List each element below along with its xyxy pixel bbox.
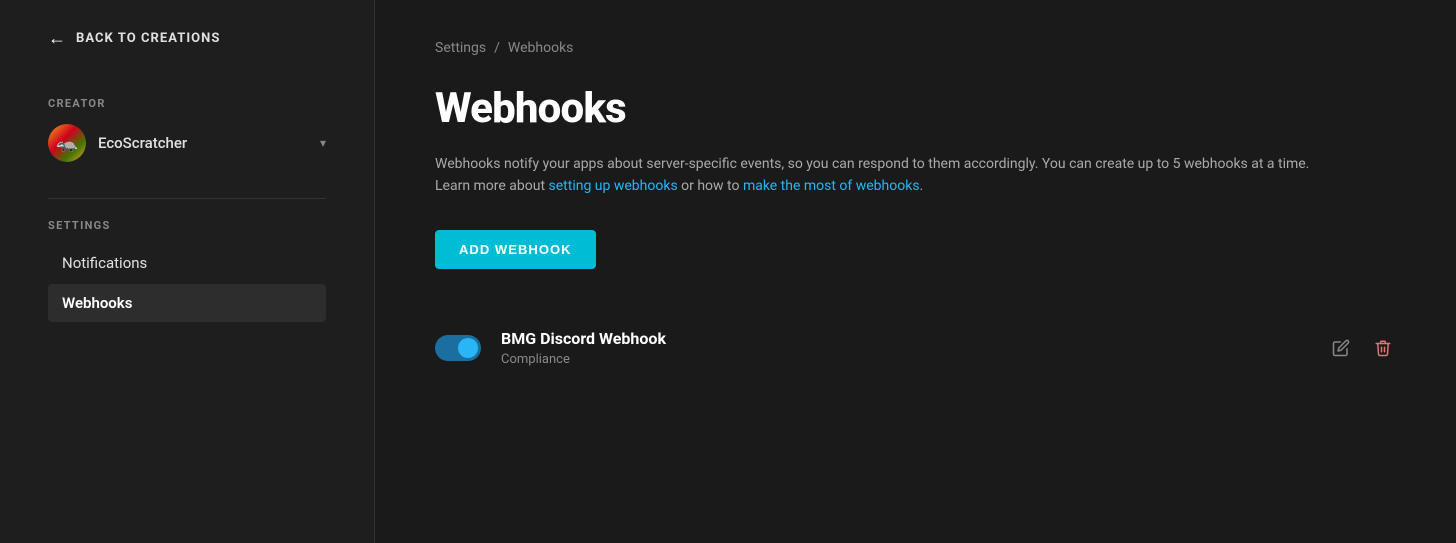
setting-up-webhooks-link[interactable]: setting up webhooks <box>549 178 678 194</box>
sidebar: ← BACK TO CREATIONS CREATOR 🦡 EcoScratch… <box>0 0 375 543</box>
edit-webhook-button[interactable] <box>1328 335 1354 361</box>
toggle-track[interactable] <box>435 335 481 361</box>
make-most-of-webhooks-link[interactable]: make the most of webhooks <box>743 178 920 194</box>
breadcrumb: Settings / Webhooks <box>435 40 1396 56</box>
sidebar-item-notifications[interactable]: Notifications <box>48 244 326 282</box>
description-text-3: . <box>920 178 924 194</box>
webhook-info: BMG Discord Webhook Compliance <box>501 329 1308 367</box>
avatar-image: 🦡 <box>48 124 86 162</box>
creator-profile[interactable]: 🦡 EcoScratcher ▾ <box>48 124 326 162</box>
breadcrumb-current: Webhooks <box>508 40 574 56</box>
page-description: Webhooks notify your apps about server-s… <box>435 153 1335 198</box>
edit-icon <box>1332 339 1350 357</box>
chevron-down-icon: ▾ <box>320 136 326 150</box>
webhook-type: Compliance <box>501 352 1308 367</box>
sidebar-item-webhooks[interactable]: Webhooks <box>48 284 326 322</box>
avatar: 🦡 <box>48 124 86 162</box>
breadcrumb-settings-link[interactable]: Settings <box>435 40 486 56</box>
webhook-list: BMG Discord Webhook Compliance <box>435 309 1396 387</box>
webhook-actions <box>1328 335 1396 361</box>
delete-icon <box>1374 339 1392 357</box>
divider <box>48 198 326 199</box>
creator-section-label: CREATOR <box>48 97 326 110</box>
breadcrumb-separator: / <box>494 40 500 56</box>
settings-section-label: SETTINGS <box>48 219 326 232</box>
creator-name: EcoScratcher <box>98 134 308 152</box>
back-to-creations-link[interactable]: ← BACK TO CREATIONS <box>0 0 374 77</box>
main-content: Settings / Webhooks Webhooks Webhooks no… <box>375 0 1456 543</box>
back-arrow-icon: ← <box>48 28 66 49</box>
back-to-creations-label: BACK TO CREATIONS <box>76 31 220 46</box>
webhook-item: BMG Discord Webhook Compliance <box>435 309 1396 387</box>
delete-webhook-button[interactable] <box>1370 335 1396 361</box>
page-title: Webhooks <box>435 84 1396 133</box>
toggle-thumb <box>458 338 478 358</box>
settings-section: SETTINGS Notifications Webhooks <box>0 219 374 324</box>
webhook-toggle[interactable] <box>435 335 481 361</box>
add-webhook-button[interactable]: ADD WEBHOOK <box>435 230 596 269</box>
webhook-name: BMG Discord Webhook <box>501 329 1308 348</box>
description-text-2: or how to <box>678 178 743 194</box>
creator-section: CREATOR 🦡 EcoScratcher ▾ <box>0 77 374 178</box>
